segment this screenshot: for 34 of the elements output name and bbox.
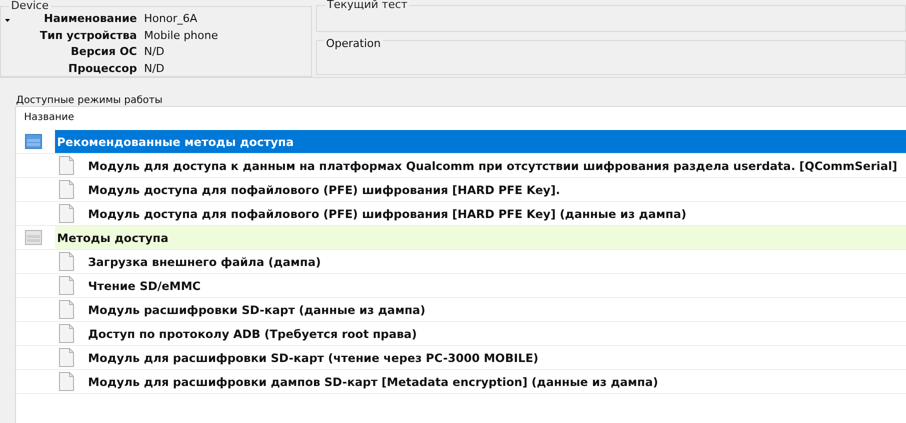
- group-title: Текущий тест: [325, 0, 410, 11]
- collapse-icon[interactable]: [5, 19, 10, 22]
- access-method-item[interactable]: Загрузка внешнего файла (дампа): [88, 254, 321, 268]
- field-value: Mobile phone: [144, 28, 220, 44]
- document-icon: [59, 372, 74, 391]
- document-icon: [59, 300, 74, 319]
- field-value: Honor_6A: [144, 11, 198, 27]
- document-icon: [59, 204, 74, 223]
- field-label: Версия ОС: [70, 44, 137, 60]
- document-icon: [59, 324, 74, 343]
- group-title: Operation: [324, 37, 383, 50]
- field-label: Процессор: [67, 60, 137, 76]
- document-icon: [59, 252, 74, 271]
- column-header[interactable]: Название: [16, 107, 906, 130]
- field-label: Тип устройства: [38, 28, 137, 44]
- group-row[interactable]: Методы доступа: [55, 226, 906, 249]
- access-method-item[interactable]: Модуль доступа для пофайлового (PFE) шифрования [HARD PFE Key] (данные из дампа): [88, 206, 686, 220]
- access-method-item[interactable]: Модуль доступа для пофайлового (PFE) шифрования [HARD PFE Key].: [88, 182, 560, 196]
- section-label: Доступные режимы работы: [15, 94, 164, 106]
- field-value: N/D: [144, 60, 166, 76]
- access-method-item[interactable]: Чтение SD/eMMC: [88, 278, 201, 292]
- access-method-item[interactable]: Модуль расшифровки SD-карт (данные из дампа): [88, 302, 426, 316]
- document-icon: [59, 180, 74, 199]
- document-icon: [59, 276, 74, 295]
- access-method-item[interactable]: Модуль для расшифровки SD-карт (чтение через PC-3000 MOBILE): [88, 350, 538, 364]
- document-icon: [59, 348, 74, 367]
- group-title: Device: [9, 0, 51, 12]
- group-row[interactable]: Рекомендованные методы доступа: [55, 130, 906, 153]
- field-label: Наименование: [42, 11, 137, 27]
- access-method-item[interactable]: Модуль для доступа к данным на платформах Qualcomm при отсутствии шифрования раздела userdata. [QCommSerial]: [88, 158, 898, 172]
- document-icon: [59, 156, 74, 175]
- access-method-item[interactable]: Модуль для расшифровки дампов SD-карт [Metadata encryption] (данные из дампа): [88, 374, 658, 388]
- field-value: N/D: [144, 44, 166, 60]
- access-method-item[interactable]: Доступ по протоколу ADB (Требуется root права): [88, 326, 417, 340]
